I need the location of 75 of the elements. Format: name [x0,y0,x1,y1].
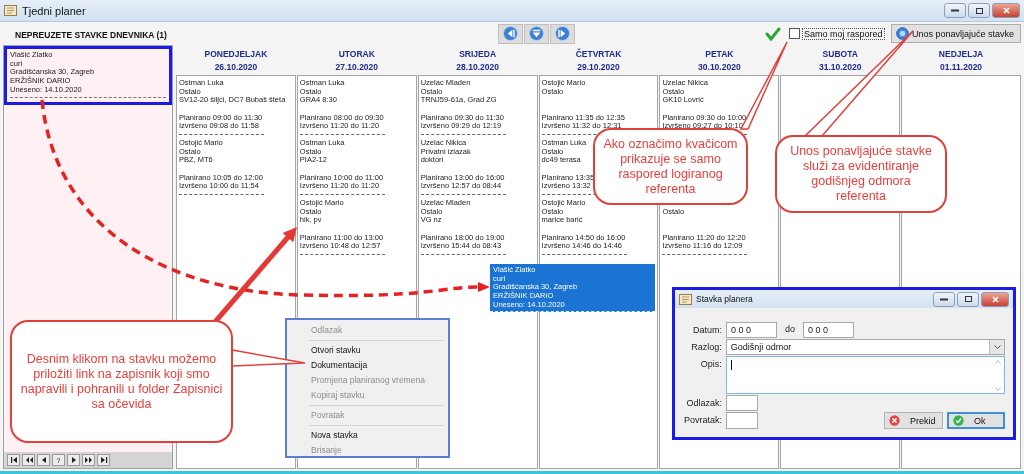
checkbox-label: Samo moj raspored [802,27,885,40]
square-icon [975,7,983,14]
section-title: NEPREUZETE STAVKE DNEVNIKA (1) [15,30,167,40]
minus-icon [940,297,948,301]
pager-button[interactable] [67,454,80,466]
close-button[interactable] [981,291,1009,307]
day-name: PETAK [705,48,734,59]
first-icon [9,456,18,464]
window-title: Tjedni planer [22,4,86,17]
dialog-title: Stavka planera [696,294,753,304]
chevron-down-icon [993,345,1001,349]
close-button[interactable] [992,3,1020,18]
field-label: Odlazak: [685,397,722,410]
date-from-field[interactable]: 0 0 0 [726,322,777,338]
cancel-icon [889,415,900,426]
return-field[interactable] [726,412,758,429]
cancel-button[interactable]: Prekid [884,412,943,429]
scroll-down-icon [994,387,1001,391]
day-name: SUBOTA [822,48,858,59]
notebook-icon [679,293,692,305]
pager-button[interactable] [22,454,35,466]
minus-icon [951,9,959,12]
field-label: Povratak: [682,414,722,427]
minimize-button[interactable] [944,3,966,18]
menu-item[interactable]: Nova stavka [289,428,446,443]
callout: Unos ponavljajuće stavke služi za evidentiranje godišnjeg odmora referenta [775,135,947,213]
reason-dropdown[interactable]: Godišnji odmor [725,339,1005,355]
pager-button[interactable] [97,454,110,466]
day-name: UTORAK [338,48,375,59]
close-icon [991,295,999,303]
callout: Ako označimo kvačicom prikazuje se samo raspored logiranog referenta [593,128,748,205]
day-name: NEDJELJA [938,48,984,59]
close-icon [1002,7,1010,14]
check-icon [953,415,964,426]
day-date: 31.10.2020 [818,61,862,72]
checkbox[interactable] [789,28,800,39]
maximize-button[interactable] [957,291,979,307]
square-icon [964,296,972,302]
day-date: 01.11.2020 [940,61,983,72]
menu-item[interactable]: Dokumentacija [289,358,446,373]
minimize-button[interactable] [933,291,955,307]
day-name: SRIJEDA [459,48,497,59]
field-label: Datum: [692,324,722,337]
rewind-icon [24,456,33,464]
scroll-up-icon [994,360,1001,364]
day-date: 26.10.2020 [214,61,258,72]
description-field[interactable] [725,356,1005,394]
date-to-field[interactable]: 0 0 0 [803,322,854,338]
day-name: ČETVRTAK [575,48,622,59]
day-date: 28.10.2020 [456,61,499,72]
day-date: 29.10.2020 [577,61,620,72]
check-icon [765,26,781,41]
day-name: PONEDJELJAK [204,48,268,59]
pager-button[interactable] [82,454,95,466]
field-label: Razlog: [690,341,722,354]
next-icon [69,456,78,464]
ok-button[interactable]: Ok [947,412,1005,429]
menu-item[interactable]: Otvori stavku [289,343,446,358]
day-date: 27.10.2020 [335,61,379,72]
last-icon [99,456,108,464]
departure-field[interactable] [726,395,758,411]
previous-week-button[interactable] [498,23,523,44]
current-week-button[interactable] [524,23,549,44]
notebook-icon [4,5,17,16]
maximize-button[interactable] [968,3,990,18]
pager-button[interactable] [7,454,20,466]
callout: Desnim klikom na stavku možemo priložiti link na zapisnik koji smo napravili i pohranili u folder Zapisnici sa očevida [10,320,233,443]
recurring-entry-button[interactable]: Unos ponavljajuće stavke [891,24,1021,43]
next-week-button[interactable] [550,23,575,44]
fast-forward-icon [84,456,93,464]
pager-button[interactable] [37,454,50,466]
field-label: Opis: [699,358,722,371]
day-date: 30.10.2020 [698,61,741,72]
down-arrow-icon [529,26,544,41]
field-label: do [785,323,795,336]
